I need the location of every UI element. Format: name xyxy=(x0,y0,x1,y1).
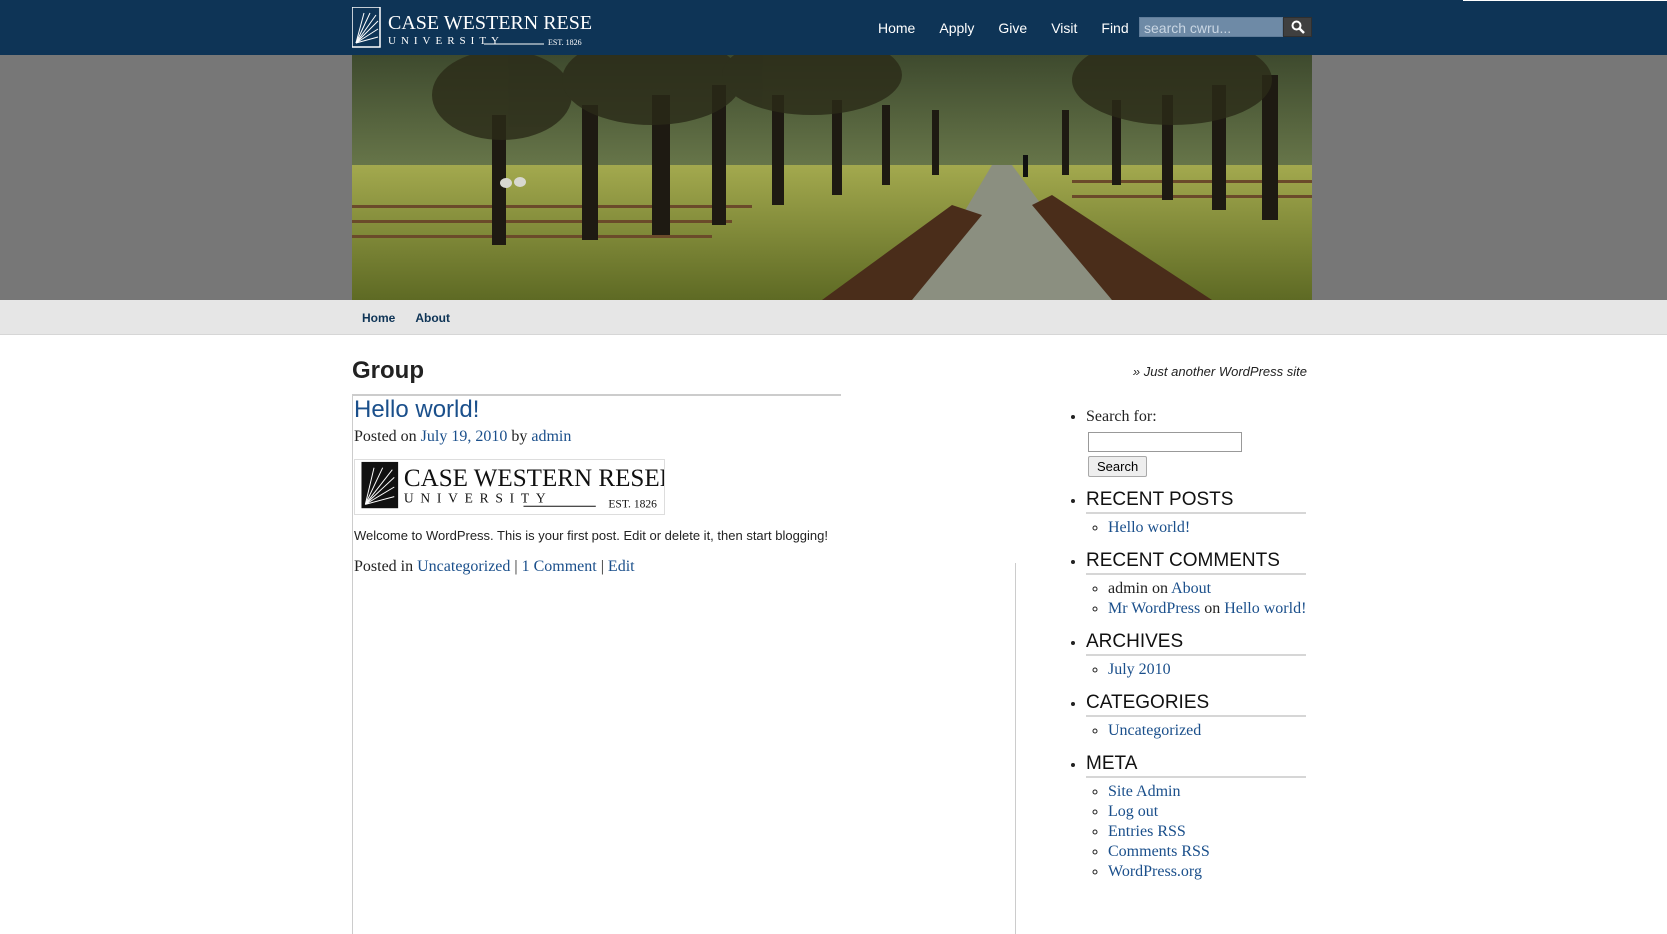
list-item: Site Admin xyxy=(1108,782,1308,802)
sidebar: Search for: Search RECENT POSTS Hello wo… xyxy=(1068,408,1308,894)
list-item: admin on About xyxy=(1108,579,1308,599)
top-navigation: Home Apply Give Visit Find xyxy=(878,20,1129,36)
recent-comments-title: RECENT COMMENTS xyxy=(1086,550,1306,575)
post-date-link[interactable]: July 19, 2010 xyxy=(421,428,508,445)
sidebar-search-input[interactable] xyxy=(1088,432,1242,452)
comment-author: admin xyxy=(1108,580,1148,597)
posted-in-label: Posted in xyxy=(354,558,414,575)
content-left-border xyxy=(352,394,353,934)
cwru-logo[interactable]: CASE WESTERN RESERVE UNIVERSITY EST. 182… xyxy=(352,7,592,49)
subnav-home[interactable]: Home xyxy=(362,311,395,325)
nav-visit[interactable]: Visit xyxy=(1051,20,1077,36)
list-item: Comments RSS xyxy=(1108,842,1308,862)
list-item: Uncategorized xyxy=(1108,721,1308,741)
archives-title: ARCHIVES xyxy=(1086,631,1306,656)
header-banner-image xyxy=(352,55,1312,300)
post-footer: Posted in Uncategorized | 1 Comment | Ed… xyxy=(354,558,635,576)
recent-comments-widget: RECENT COMMENTS admin on About Mr WordPr… xyxy=(1086,550,1308,619)
comment-post-link[interactable]: Hello world! xyxy=(1224,600,1306,617)
category-link[interactable]: Uncategorized xyxy=(417,558,510,575)
recent-post-link[interactable]: Hello world! xyxy=(1108,519,1190,536)
search-widget: Search for: Search xyxy=(1086,408,1308,477)
archive-link[interactable]: July 2010 xyxy=(1108,661,1171,678)
header-search-input[interactable]: search cwru... xyxy=(1139,17,1283,37)
meta-title: META xyxy=(1086,753,1306,778)
category-link[interactable]: Uncategorized xyxy=(1108,722,1201,739)
wordpress-org-link[interactable]: WordPress.org xyxy=(1108,863,1202,880)
sidebar-search-button[interactable]: Search xyxy=(1088,456,1148,477)
posted-on-label: Posted on xyxy=(354,428,417,445)
nav-find[interactable]: Find xyxy=(1101,20,1128,36)
recent-posts-title: RECENT POSTS xyxy=(1086,489,1306,514)
recent-posts-widget: RECENT POSTS Hello world! xyxy=(1086,489,1308,538)
meta-widget: META Site Admin Log out Entries RSS Comm… xyxy=(1086,753,1308,882)
comment-on-label: on xyxy=(1204,600,1221,617)
content-right-border xyxy=(1015,563,1016,934)
categories-widget: CATEGORIES Uncategorized xyxy=(1086,692,1308,741)
svg-text:CASE WESTERN RESERVE: CASE WESTERN RESERVE xyxy=(388,12,592,34)
site-tagline: » Just another WordPress site xyxy=(1132,364,1307,379)
archives-widget: ARCHIVES July 2010 xyxy=(1086,631,1308,680)
svg-text:UNIVERSITY: UNIVERSITY xyxy=(388,35,504,47)
list-item: Mr WordPress on Hello world! xyxy=(1108,599,1308,619)
nav-give[interactable]: Give xyxy=(998,20,1027,36)
edit-link[interactable]: Edit xyxy=(608,558,635,575)
list-item: WordPress.org xyxy=(1108,862,1308,882)
header-edge xyxy=(1463,0,1667,1)
search-icon xyxy=(1291,20,1305,34)
site-admin-link[interactable]: Site Admin xyxy=(1108,783,1180,800)
comments-link[interactable]: 1 Comment xyxy=(522,558,597,575)
site-title: Group xyxy=(352,357,424,384)
log-out-link[interactable]: Log out xyxy=(1108,803,1158,820)
nav-apply[interactable]: Apply xyxy=(939,20,974,36)
comments-rss-link[interactable]: Comments RSS xyxy=(1108,843,1210,860)
post-author-link[interactable]: admin xyxy=(531,428,571,445)
comment-on-label: on xyxy=(1152,580,1168,597)
header-search-button[interactable] xyxy=(1283,17,1312,37)
list-item: Hello world! xyxy=(1108,518,1308,538)
svg-text:UNIVERSITY: UNIVERSITY xyxy=(404,490,553,505)
search-label: Search for: xyxy=(1086,408,1157,425)
categories-title: CATEGORIES xyxy=(1086,692,1306,717)
by-label: by xyxy=(511,428,528,445)
comment-post-link[interactable]: About xyxy=(1171,580,1211,597)
post-body: Welcome to WordPress. This is your first… xyxy=(354,528,828,543)
nav-home[interactable]: Home xyxy=(878,20,915,36)
secondary-navigation: Home About xyxy=(0,300,1667,335)
separator: | xyxy=(600,558,604,575)
post-cwru-logo-image: CASE WESTERN RESERVE UNIVERSITY EST. 182… xyxy=(354,459,665,515)
post-meta: Posted on July 19, 2010 by admin xyxy=(354,428,571,446)
svg-text:CASE WESTERN RESERVE: CASE WESTERN RESERVE xyxy=(404,465,665,492)
post-title-link[interactable]: Hello world! xyxy=(354,396,479,424)
list-item: Entries RSS xyxy=(1108,822,1308,842)
svg-text:EST. 1826: EST. 1826 xyxy=(548,38,582,47)
site-header xyxy=(0,0,1667,55)
list-item: Log out xyxy=(1108,802,1308,822)
subnav-about[interactable]: About xyxy=(415,311,450,325)
svg-text:EST. 1826: EST. 1826 xyxy=(608,497,657,510)
comment-author-link[interactable]: Mr WordPress xyxy=(1108,600,1200,617)
entries-rss-link[interactable]: Entries RSS xyxy=(1108,823,1186,840)
separator: | xyxy=(514,558,518,575)
list-item: July 2010 xyxy=(1108,660,1308,680)
